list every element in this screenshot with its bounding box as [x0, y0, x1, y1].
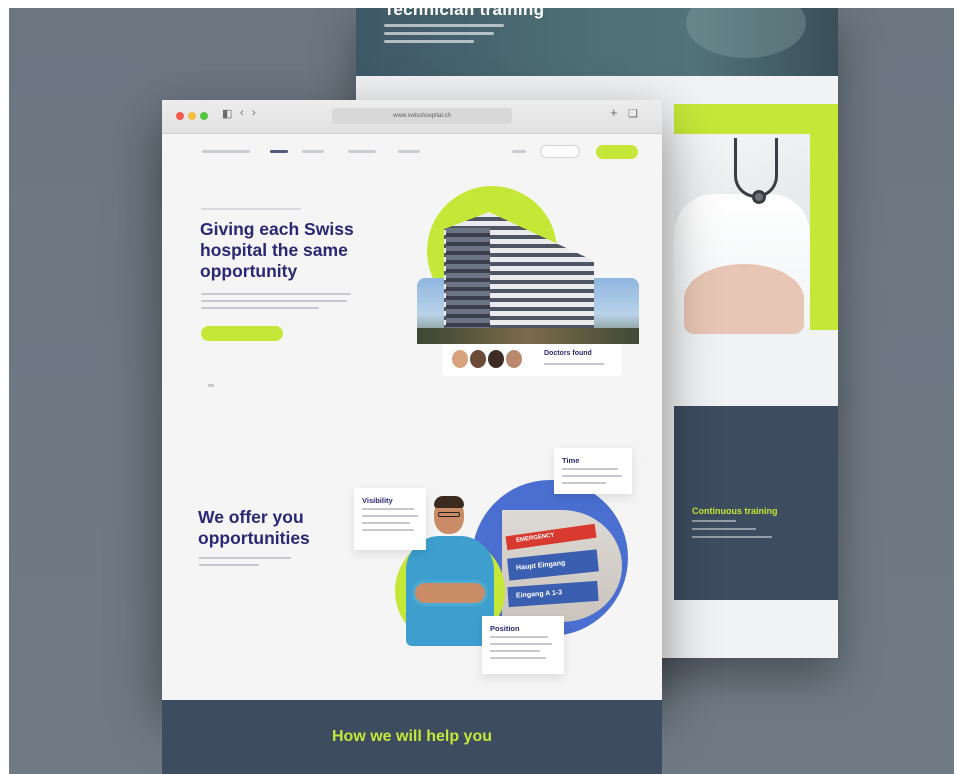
- doctors-card: Doctors found: [442, 344, 622, 376]
- offer-title: We offer you opportunities: [198, 507, 310, 548]
- nav-link-4[interactable]: [398, 150, 420, 153]
- hero-description: [201, 293, 351, 314]
- close-window-button[interactable]: [176, 112, 184, 120]
- avatar: [452, 350, 468, 368]
- scroll-indicator: [208, 384, 214, 387]
- back-hero-text: [384, 24, 504, 48]
- visibility-card-title: Visibility: [362, 496, 393, 505]
- doctors-subtext: [544, 363, 604, 365]
- hospital-building-side: [446, 228, 490, 334]
- sign-panel-2: Eingang A 1-3: [507, 580, 599, 608]
- hero-title: Giving each Swiss hospital the same oppo…: [200, 219, 354, 281]
- visibility-card: Visibility: [354, 488, 426, 550]
- sign-text-2: Eingang A 1-3: [515, 589, 563, 600]
- help-title: How we will help you: [331, 728, 492, 745]
- position-card: Position: [482, 616, 564, 674]
- site-navigation: [162, 134, 662, 168]
- sidebar-icon[interactable]: ◧: [222, 107, 232, 120]
- hero-eyebrow: [201, 208, 301, 210]
- browser-toolbar: ◧ ‹ › www.swisshospital.ch + ❏: [162, 100, 662, 134]
- position-card-title: Position: [490, 624, 520, 633]
- nurse-hair: [434, 496, 464, 508]
- doctors-label: Doctors found: [544, 350, 592, 357]
- time-card-title: Time: [562, 456, 580, 465]
- sign-panel-1: Haupt Eingang: [507, 549, 599, 581]
- nav-link-1[interactable]: [270, 150, 288, 153]
- address-bar[interactable]: www.swisshospital.ch: [332, 108, 512, 124]
- forward-icon[interactable]: ›: [252, 107, 256, 119]
- patient-figure: [684, 264, 804, 334]
- offer-description: [199, 557, 291, 571]
- hero-cta-button[interactable]: [201, 326, 283, 341]
- back-icon[interactable]: ‹: [240, 107, 244, 119]
- minimize-window-button[interactable]: [188, 112, 196, 120]
- back-hero-banner: Technician training: [356, 8, 838, 76]
- hero-ground: [417, 328, 639, 344]
- nav-login-button[interactable]: [540, 145, 580, 158]
- back-dark-title: Continuous training: [692, 506, 778, 516]
- back-dark-section: Continuous training: [674, 406, 838, 600]
- nav-link-3[interactable]: [348, 150, 376, 153]
- add-tab-icon[interactable]: +: [610, 105, 618, 120]
- nav-logo[interactable]: [202, 150, 250, 153]
- back-hero-title: Technician training: [384, 8, 545, 19]
- time-card: Time: [554, 448, 632, 494]
- glasses-icon: [438, 512, 460, 517]
- nav-link-2[interactable]: [302, 150, 324, 153]
- sign-emergency-band: EMERGENCY: [505, 523, 597, 551]
- help-section: How we will help you: [162, 700, 662, 774]
- avatar: [470, 350, 486, 368]
- stethoscope-bell: [752, 190, 766, 204]
- avatar: [506, 350, 522, 368]
- back-doctor-image: [674, 134, 810, 346]
- tabs-icon[interactable]: ❏: [628, 107, 638, 120]
- browser-window: ◧ ‹ › www.swisshospital.ch + ❏ Giving ea…: [162, 100, 662, 700]
- maximize-window-button[interactable]: [200, 112, 208, 120]
- nav-cta-button[interactable]: [596, 145, 638, 159]
- back-dark-text: [692, 520, 772, 544]
- nurse-arms: [412, 580, 488, 606]
- nav-language[interactable]: [512, 150, 526, 153]
- avatar: [488, 350, 504, 368]
- sign-text-1: Haupt Eingang: [515, 559, 566, 572]
- sign-emergency-text: EMERGENCY: [515, 532, 555, 544]
- stethoscope-icon: [734, 138, 778, 198]
- hospital-sign-image: EMERGENCY Haupt Eingang Eingang A 1-3: [502, 510, 622, 622]
- back-hero-shape: [686, 8, 806, 58]
